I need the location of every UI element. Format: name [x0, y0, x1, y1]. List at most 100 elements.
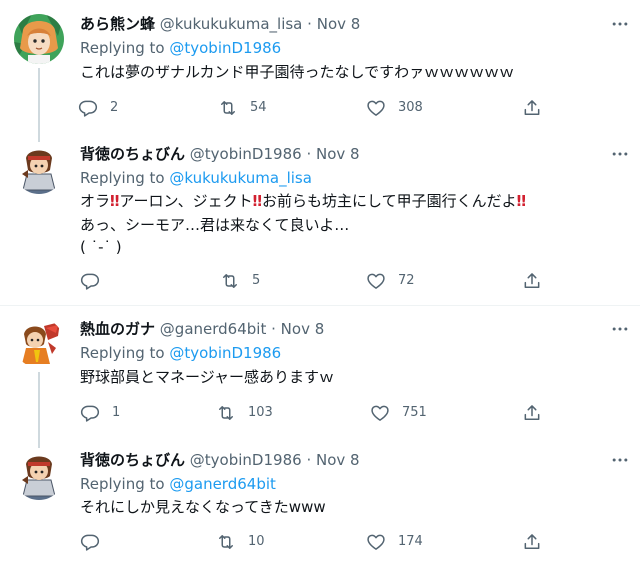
- avatar[interactable]: [14, 450, 64, 500]
- avatar[interactable]: [14, 144, 64, 194]
- display-name[interactable]: 熱血のガナ: [80, 320, 155, 338]
- like-count: 751: [402, 405, 427, 420]
- more-icon[interactable]: [610, 319, 630, 339]
- tweet-header: あら熊ン蜂 @kukukukuma_lisa · Nov 8: [80, 14, 360, 34]
- reply-icon: [80, 403, 100, 423]
- tweet-text-line-1: オラ‼アーロン、ジェクト‼お前らも坊主にして甲子園行くんだよ‼: [80, 191, 526, 212]
- retweet-icon: [216, 532, 236, 552]
- like-button[interactable]: 751: [370, 402, 427, 424]
- user-handle[interactable]: @kukukukuma_lisa: [160, 15, 303, 33]
- retweet-icon: [220, 271, 240, 291]
- display-name[interactable]: 背徳のちょびん: [80, 145, 185, 163]
- user-handle[interactable]: @ganerd64bit: [160, 320, 267, 338]
- share-icon: [522, 271, 542, 291]
- reply-icon: [78, 98, 98, 118]
- reply-count: 1: [112, 405, 121, 420]
- tweet-header: 背徳のちょびん @tyobinD1986 · Nov 8: [80, 450, 360, 470]
- separator: ·: [271, 320, 276, 338]
- tweet-actions: 2 54 308: [78, 97, 548, 119]
- display-name[interactable]: 背徳のちょびん: [80, 451, 185, 469]
- tweet-text-line-3: ( ˙-˙ ): [80, 238, 122, 256]
- like-count: 308: [398, 100, 423, 115]
- replying-label: Replying to: [80, 169, 165, 187]
- tweet-text: それにしか見えなくなってきたwww: [80, 498, 326, 516]
- heart-icon: [366, 271, 386, 291]
- replying-to: Replying to @tyobinD1986: [80, 38, 281, 58]
- reply-mention-link[interactable]: @ganerd64bit: [169, 475, 276, 493]
- reply-icon: [80, 271, 100, 291]
- user-handle[interactable]: @tyobinD1986: [190, 145, 302, 163]
- tweet-text: 野球部員とマネージャー感ありますｗ: [80, 368, 334, 386]
- like-button[interactable]: 174: [366, 531, 423, 553]
- retweet-count: 5: [252, 273, 261, 288]
- share-button[interactable]: [522, 97, 542, 119]
- avatar[interactable]: [14, 14, 64, 64]
- tweet-actions: 10 174: [78, 531, 548, 553]
- heart-icon: [366, 532, 386, 552]
- reply-button[interactable]: [80, 270, 112, 292]
- tweet-4[interactable]: 背徳のちょびん @tyobinD1986 · Nov 8 Replying to…: [0, 436, 640, 565]
- replying-label: Replying to: [80, 475, 165, 493]
- exclamation-emoji: ‼: [110, 192, 120, 210]
- retweet-count: 54: [250, 100, 267, 115]
- share-icon: [522, 98, 542, 118]
- retweet-icon: [218, 98, 238, 118]
- replying-label: Replying to: [80, 39, 165, 57]
- tweet-date[interactable]: Nov 8: [316, 145, 360, 163]
- text-segment: オラ: [80, 192, 111, 210]
- heart-icon: [370, 403, 390, 423]
- share-button[interactable]: [522, 270, 542, 292]
- tweet-text-line-2: あっ、シーモア…君は来なくて良いよ…: [80, 216, 350, 234]
- like-count: 72: [398, 273, 415, 288]
- exclamation-emoji: ‼: [516, 192, 526, 210]
- reply-button[interactable]: 1: [80, 402, 120, 424]
- more-icon[interactable]: [610, 450, 630, 470]
- user-handle[interactable]: @tyobinD1986: [190, 451, 302, 469]
- share-button[interactable]: [522, 402, 542, 424]
- retweet-button[interactable]: 10: [216, 531, 265, 553]
- thread-line: [38, 130, 40, 142]
- share-button[interactable]: [522, 531, 542, 553]
- replying-label: Replying to: [80, 344, 165, 362]
- retweet-icon: [216, 403, 236, 423]
- tweet-3[interactable]: 熱血のガナ @ganerd64bit · Nov 8 Replying to @…: [0, 306, 640, 436]
- retweet-count: 10: [248, 534, 265, 549]
- tweet-date[interactable]: Nov 8: [316, 451, 360, 469]
- like-button[interactable]: 308: [366, 97, 423, 119]
- more-icon[interactable]: [610, 144, 630, 164]
- retweet-button[interactable]: 103: [216, 402, 273, 424]
- thread-line: [38, 68, 40, 130]
- reply-mention-link[interactable]: @kukukukuma_lisa: [169, 169, 312, 187]
- tweet-2[interactable]: 背徳のちょびん @tyobinD1986 · Nov 8 Replying to…: [0, 130, 640, 305]
- reply-button[interactable]: 2: [78, 97, 118, 119]
- reply-count: 2: [110, 100, 119, 115]
- tweet-actions: 5 72: [78, 270, 548, 292]
- avatar[interactable]: [14, 318, 64, 368]
- tweet-date[interactable]: Nov 8: [281, 320, 325, 338]
- retweet-count: 103: [248, 405, 273, 420]
- reply-button[interactable]: [80, 531, 112, 553]
- like-button[interactable]: 72: [366, 270, 415, 292]
- separator: ·: [306, 451, 312, 469]
- display-name[interactable]: あら熊ン蜂: [80, 15, 155, 33]
- heart-icon: [366, 98, 386, 118]
- more-icon[interactable]: [610, 14, 630, 34]
- text-segment: お前らも坊主にして甲子園行くんだよ: [262, 192, 517, 210]
- replying-to: Replying to @ganerd64bit: [80, 474, 276, 494]
- retweet-button[interactable]: 5: [220, 270, 260, 292]
- tweet-date[interactable]: Nov 8: [317, 15, 361, 33]
- reply-mention-link[interactable]: @tyobinD1986: [169, 344, 281, 362]
- share-icon: [522, 532, 542, 552]
- retweet-button[interactable]: 54: [218, 97, 267, 119]
- replying-to: Replying to @tyobinD1986: [80, 343, 281, 363]
- reply-icon: [80, 532, 100, 552]
- tweet-actions: 1 103 751: [78, 402, 548, 424]
- tweet-1[interactable]: あら熊ン蜂 @kukukukuma_lisa · Nov 8 Replying …: [0, 0, 640, 130]
- thread-line: [38, 436, 40, 448]
- exclamation-emoji: ‼: [252, 192, 263, 210]
- thread-line: [38, 372, 40, 436]
- reply-mention-link[interactable]: @tyobinD1986: [169, 39, 281, 57]
- share-icon: [522, 403, 542, 423]
- tweet-header: 熱血のガナ @ganerd64bit · Nov 8: [80, 319, 324, 339]
- tweet-text: これは夢のザナルカンド甲子園待ったなしですわァｗｗｗｗｗｗ: [80, 63, 515, 81]
